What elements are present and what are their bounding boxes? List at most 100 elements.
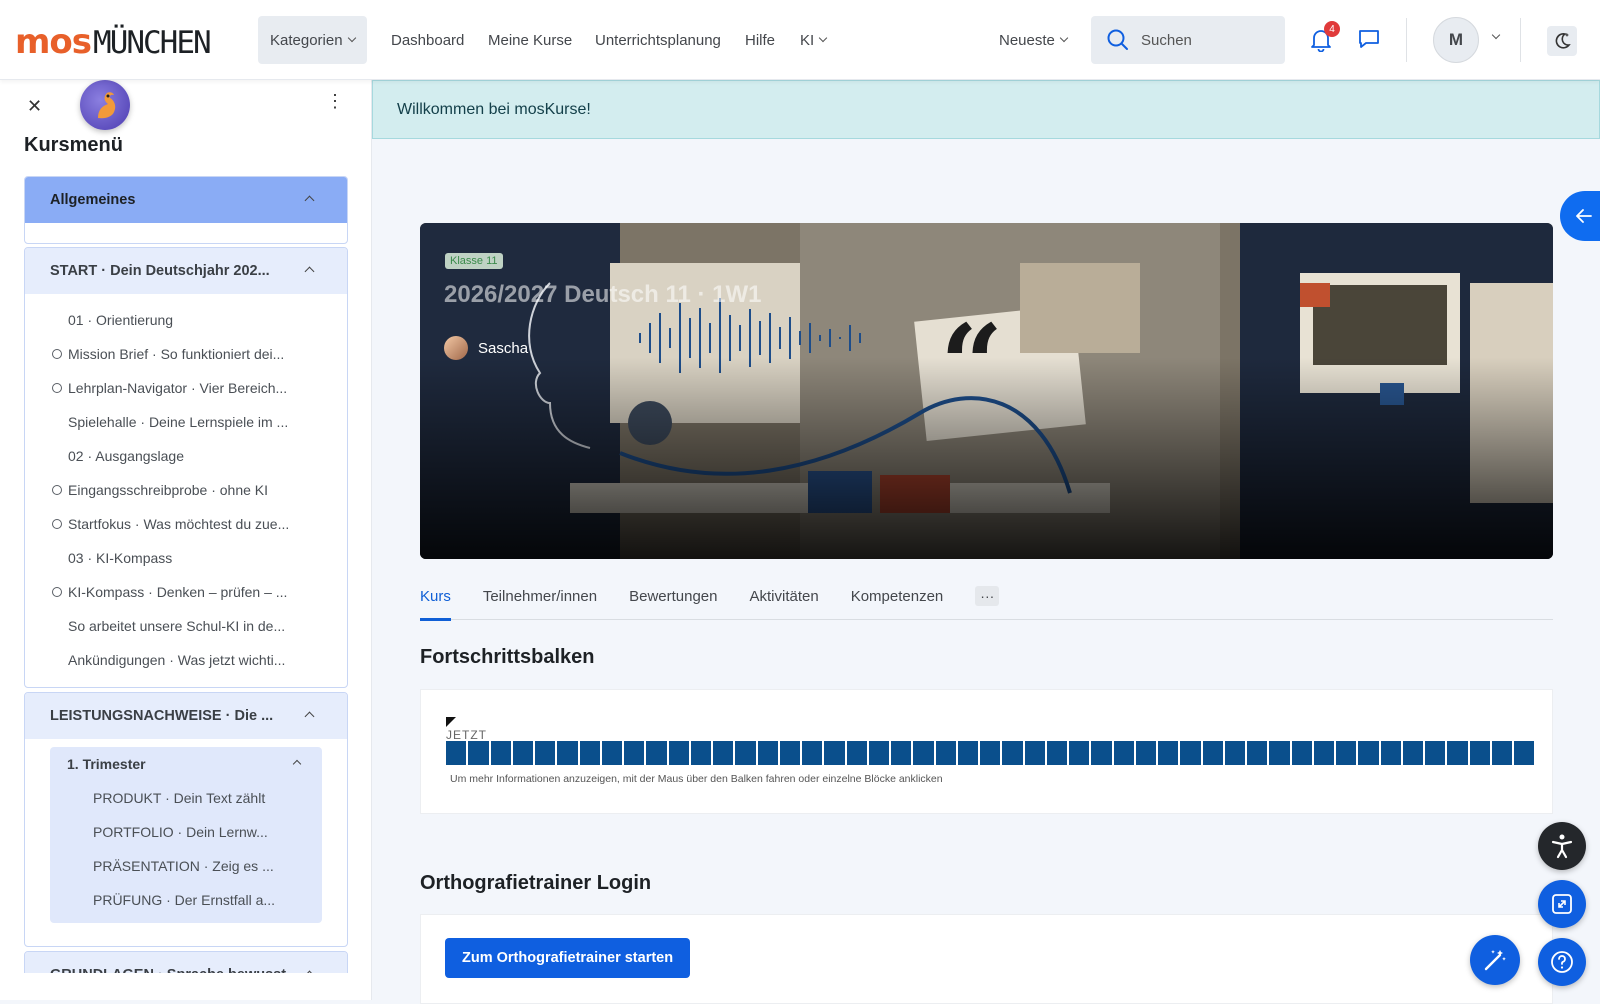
progress-block[interactable] [1491, 741, 1512, 765]
course-menu-item[interactable]: Lehrplan-Navigator · Vier Bereich... [25, 371, 347, 405]
tab-more-button[interactable]: ··· [975, 586, 1000, 606]
close-drawer-icon[interactable]: ✕ [27, 96, 42, 117]
progress-block[interactable] [779, 741, 800, 765]
course-menu-item[interactable]: Mission Brief · So funktioniert dei... [25, 337, 347, 371]
progress-block[interactable] [579, 741, 600, 765]
progress-block[interactable] [868, 741, 889, 765]
progress-block[interactable] [1514, 741, 1535, 765]
progress-block[interactable] [935, 741, 956, 765]
site-logo[interactable]: mos MÜNCHEN [15, 22, 212, 62]
course-menu-item[interactable]: KI-Kompass · Denken – prüfen – ... [25, 575, 347, 609]
progress-block[interactable] [1469, 741, 1490, 765]
course-menu-item[interactable]: 03 · KI-Kompass [25, 541, 347, 575]
progress-block[interactable] [1046, 741, 1067, 765]
ai-assistant-button[interactable] [1470, 935, 1520, 985]
chevron-up-icon[interactable] [304, 266, 315, 277]
course-menu-item[interactable]: PORTFOLIO · Dein Lernw... [50, 815, 322, 849]
progress-block[interactable] [1158, 741, 1179, 765]
chevron-up-icon[interactable] [304, 711, 315, 722]
chevron-down-icon[interactable] [1491, 30, 1501, 40]
progress-block[interactable] [1402, 741, 1423, 765]
completion-circle-icon[interactable] [52, 349, 62, 359]
progress-block[interactable] [646, 741, 667, 765]
course-menu-item[interactable]: 02 · Ausgangslage [25, 439, 347, 473]
messages-button[interactable] [1358, 28, 1380, 55]
nav-ki[interactable]: KI [800, 0, 828, 80]
completion-circle-icon[interactable] [52, 587, 62, 597]
progress-block[interactable] [557, 741, 578, 765]
progress-block[interactable] [446, 741, 467, 765]
progress-block[interactable] [1336, 741, 1357, 765]
progress-block[interactable] [802, 741, 823, 765]
dark-mode-toggle[interactable] [1547, 26, 1577, 56]
progress-block[interactable] [490, 741, 511, 765]
progress-block[interactable] [468, 741, 489, 765]
progress-block[interactable] [713, 741, 734, 765]
course-menu-item[interactable]: 01 · Orientierung [25, 303, 347, 337]
course-teacher[interactable]: Sascha [444, 336, 528, 360]
progress-block[interactable] [757, 741, 778, 765]
start-orthografietrainer-button[interactable]: Zum Orthografietrainer starten [445, 938, 691, 978]
progress-block[interactable] [1180, 741, 1201, 765]
progress-block[interactable] [1024, 741, 1045, 765]
sort-dropdown[interactable]: Neueste [999, 0, 1069, 80]
progress-block[interactable] [1447, 741, 1468, 765]
completion-circle-icon[interactable] [52, 383, 62, 393]
progress-block[interactable] [1358, 741, 1379, 765]
subsection-header[interactable]: 1. Trimester [50, 747, 322, 781]
progress-block[interactable] [535, 741, 556, 765]
chevron-up-icon[interactable] [304, 195, 315, 206]
course-menu-item[interactable]: So arbeitet unsere Schul-KI in de... [25, 609, 347, 643]
progress-block[interactable] [1113, 741, 1134, 765]
tab-kurs[interactable]: Kurs [420, 572, 451, 621]
tab-aktivitaeten[interactable]: Aktivitäten [750, 572, 819, 620]
progress-block[interactable] [1224, 741, 1245, 765]
course-menu-item[interactable]: PRODUKT · Dein Text zählt [50, 781, 322, 815]
section-header[interactable]: Allgemeines [25, 177, 347, 223]
progress-block[interactable] [690, 741, 711, 765]
search-input[interactable] [1141, 31, 1271, 49]
progress-block[interactable] [1425, 741, 1446, 765]
progress-block[interactable] [1247, 741, 1268, 765]
tab-bewertungen[interactable]: Bewertungen [629, 572, 717, 620]
progress-block[interactable] [957, 741, 978, 765]
notifications-button[interactable]: 4 [1310, 21, 1340, 53]
progress-block[interactable] [1202, 741, 1223, 765]
nav-unterrichtsplanung[interactable]: Unterrichtsplanung [595, 0, 721, 80]
progress-block[interactable] [1269, 741, 1290, 765]
course-menu-item[interactable]: Ankündigungen · Was jetzt wichti... [25, 643, 347, 677]
progress-block[interactable] [1091, 741, 1112, 765]
fullscreen-button[interactable] [1538, 880, 1586, 928]
progress-block[interactable] [735, 741, 756, 765]
progress-block[interactable] [1291, 741, 1312, 765]
progress-block[interactable] [891, 741, 912, 765]
nav-hilfe[interactable]: Hilfe [745, 0, 775, 80]
progress-block[interactable] [512, 741, 533, 765]
progress-block[interactable] [980, 741, 1001, 765]
course-menu-item[interactable]: Startfokus · Was möchtest du zue... [25, 507, 347, 541]
progress-block[interactable] [1313, 741, 1334, 765]
progress-block[interactable] [1002, 741, 1023, 765]
course-menu-item[interactable]: Spielehalle · Deine Lernspiele im ... [25, 405, 347, 439]
progress-block[interactable] [668, 741, 689, 765]
completion-circle-icon[interactable] [52, 485, 62, 495]
course-menu-item[interactable]: PRÄSENTATION · Zeig es ... [50, 849, 322, 883]
tab-kompetenzen[interactable]: Kompetenzen [851, 572, 944, 620]
section-header[interactable]: START · Dein Deutschjahr 202... [25, 248, 347, 294]
open-block-drawer-button[interactable] [1560, 191, 1600, 241]
progress-block[interactable] [824, 741, 845, 765]
course-menu-item[interactable]: PRÜFUNG · Der Ernstfall a... [50, 883, 322, 917]
progress-block[interactable] [1380, 741, 1401, 765]
more-options-icon[interactable]: ⋮ [326, 92, 344, 110]
section-header[interactable]: LEISTUNGSNACHWEISE · Die ... [25, 693, 347, 739]
progress-block[interactable] [1069, 741, 1090, 765]
progress-block[interactable] [1135, 741, 1156, 765]
progress-block[interactable] [624, 741, 645, 765]
progress-bar[interactable] [446, 741, 1535, 765]
help-button[interactable] [1538, 938, 1586, 986]
tab-teilnehmer[interactable]: Teilnehmer/innen [483, 572, 597, 620]
progress-block[interactable] [846, 741, 867, 765]
chevron-up-icon[interactable] [292, 759, 302, 769]
accessibility-button[interactable] [1538, 822, 1586, 870]
course-menu-item[interactable]: Eingangsschreibprobe · ohne KI [25, 473, 347, 507]
